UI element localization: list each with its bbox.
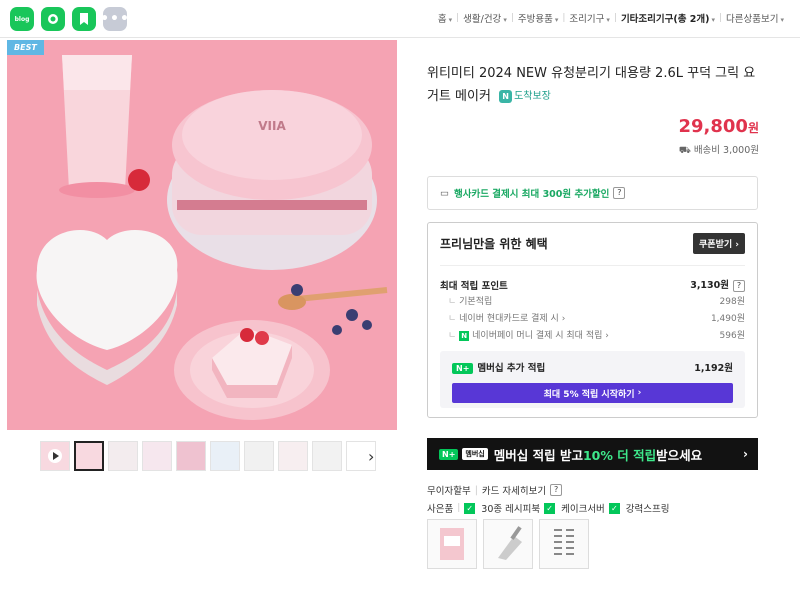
thumbnail-item[interactable] [142,441,172,471]
chevron-down-icon: ▾ [711,16,715,24]
recipe-book-image[interactable] [427,519,477,569]
product-price: 29,800 [678,116,748,137]
check-icon: ✓ [464,502,476,514]
breadcrumb-home[interactable]: 홈 ▾ [434,11,456,25]
bookmark-icon[interactable] [72,7,96,31]
other-products-link[interactable]: 다른상품보기 ▾ [722,11,788,25]
installment-link[interactable]: 무이자할부 [427,483,471,497]
gift-item: 케이크서버 [561,504,605,515]
blog-icon[interactable]: blog [10,7,34,31]
check-icon: ✓ [544,502,556,514]
thumbnail-item[interactable] [278,441,308,471]
check-icon: ✓ [608,502,620,514]
membership-start-button[interactable]: 최대 5% 적립 시작하기 › [452,383,733,403]
breadcrumb-category-4[interactable]: 기타조리기구(총 2개) ▾ [617,11,719,25]
help-icon[interactable]: ? [613,187,626,199]
breadcrumb-category-1[interactable]: 생활/건강 ▾ [459,11,511,25]
spring-image[interactable] [539,519,589,569]
nplus-icon: N+ [439,448,459,460]
product-info: 위티미티 2024 NEW 유청분리기 대용량 2.6L 꾸덕 그릭 요거트 메… [427,40,759,157]
arrival-icon: N [499,90,513,103]
coupon-button[interactable]: 쿠폰받기 › [693,233,745,254]
breadcrumb: 홈 ▾ | 생활/건강 ▾ | 주방용품 ▾ | 조리기구 ▾ | 기타조리기구(총 2… [434,11,788,25]
thumbnail-item[interactable] [312,441,342,471]
breadcrumb-category-3[interactable]: 조리기구 ▾ [565,11,613,25]
membership-banner[interactable]: N+ 멤버십 멤버십 적립 받고 10% 더 적립 받으세요 › [427,438,758,470]
benefit-box: 프리님만을 위한 혜택 쿠폰받기 › 최대 적립 포인트 3,130원? 기본적… [427,222,758,418]
nplus-icon: N+ [452,363,474,374]
shipping-fee: ⛟ 배송비 3,000원 [678,145,759,156]
gift-item: 강력스프링 [625,504,670,515]
chevron-down-icon: ▾ [606,16,610,24]
product-photo: VIIA [7,40,397,430]
membership-box: N+ 멤버십 추가 적립 1,192원 최대 5% 적립 시작하기 › [440,351,745,408]
help-icon[interactable]: ? [733,280,745,292]
card-detail-link[interactable]: 카드 자세히보기 [482,483,546,497]
top-bar: blog ••• 홈 ▾ | 생활/건강 ▾ | 주방용품 ▾ | 조리기구 ▾ | 기… [0,0,800,38]
basic-point-row: 기본적립 298원 [440,294,745,307]
npay-icon: N [459,331,470,341]
gift-label: 사은품 [427,504,454,515]
svg-text:VIIA: VIIA [258,119,286,133]
chevron-down-icon: ▾ [780,16,784,24]
chevron-right-icon: › [743,447,748,461]
benefit-title: 프리님만을 위한 혜택 [440,237,548,251]
membership-badge: 멤버십 [462,448,488,460]
npay-money-point-row[interactable]: N네이버페이 머니 결제 시 최대 적립 › 596원 [440,328,745,341]
help-icon[interactable]: ? [550,484,563,496]
thumbnail-item[interactable] [244,441,274,471]
thumbnail-item[interactable] [74,441,104,471]
talk-icon[interactable] [41,7,65,31]
thumbnail-list [40,441,376,471]
more-icon[interactable]: ••• [100,7,129,31]
cake-server-image[interactable] [483,519,533,569]
thumbnail-item[interactable] [210,441,240,471]
max-point-row: 최대 적립 포인트 3,130원? [440,277,745,292]
gift-row: 사은품 | ✓ 30종 레시피북 ✓ 케이크서버 ✓ 강력스프링 [427,502,670,515]
price-unit: 원 [747,121,759,135]
thumbnail-item[interactable] [176,441,206,471]
chevron-right-icon[interactable]: › [368,447,374,466]
truck-icon: ⛟ [678,145,694,156]
price-row: 29,800원 [427,116,759,137]
hyundai-card-point-row[interactable]: 네이버 현대카드로 결제 시 › 1,490원 [440,311,745,324]
share-buttons: blog ••• [10,7,129,31]
card-icon: ▭ [440,187,449,199]
thumbnail-item[interactable] [108,441,138,471]
breadcrumb-category-2[interactable]: 주방용품 ▾ [514,11,562,25]
chevron-down-icon: ▾ [448,16,453,24]
card-promo-box: ▭ 행사카드 결제시 최대 300원 추가할인 ? [427,176,758,210]
gift-images [427,519,589,569]
membership-point-row: N+ 멤버십 추가 적립 1,192원 [452,360,733,374]
thumbnail-video[interactable] [40,441,70,471]
gift-item: 30종 레시피북 [481,504,541,515]
payment-links: 무이자할부 | 카드 자세히보기 ? [427,483,563,497]
product-main-image[interactable]: VIIA BEST [7,40,397,430]
chevron-down-icon: ▾ [554,16,559,24]
chevron-down-icon: ▾ [503,16,507,24]
best-badge: BEST [7,40,44,55]
arrival-guarantee-badge[interactable]: N 도착보장 [499,85,551,108]
product-title: 위티미티 2024 NEW 유청분리기 대용량 2.6L 꾸덕 그릭 요거트 메… [427,62,759,108]
